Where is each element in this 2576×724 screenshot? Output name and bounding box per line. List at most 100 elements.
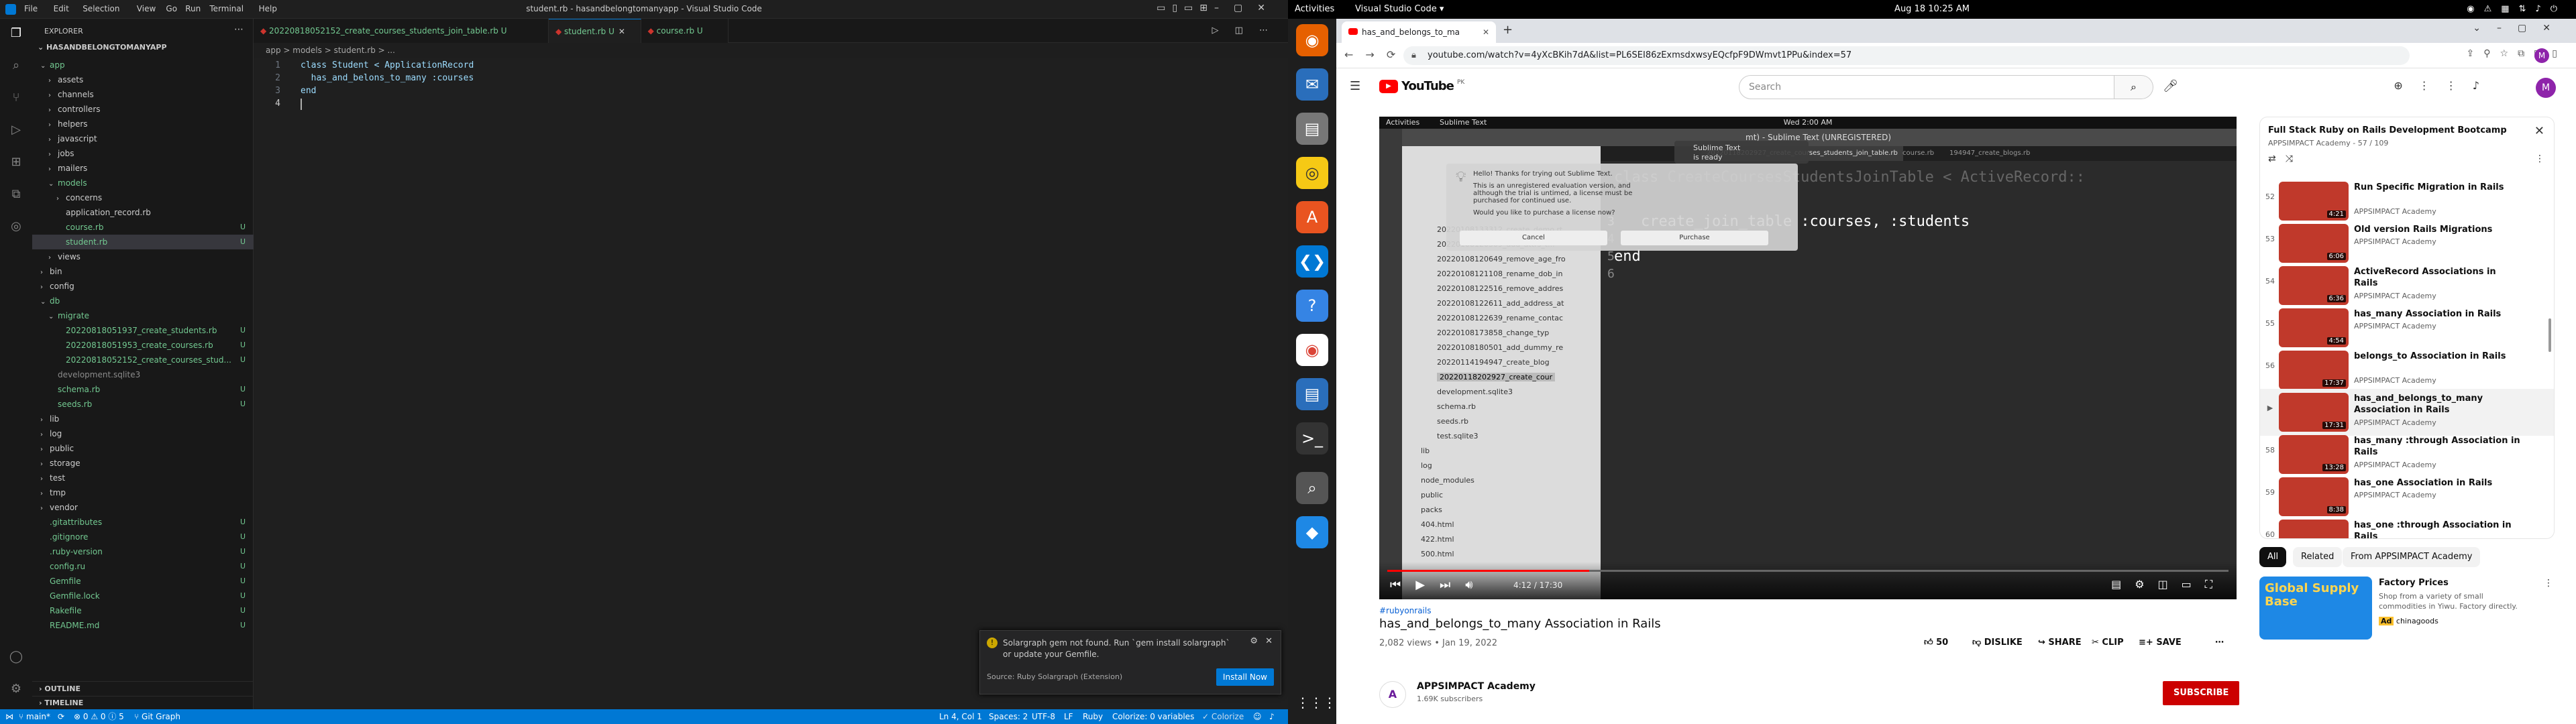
help-icon[interactable]: ? — [1296, 290, 1328, 322]
playlist-item[interactable]: 55 4:54 has_many Association in Rails APPSI… — [2260, 304, 2554, 351]
share-button[interactable]: ↪ SHARE — [2038, 633, 2082, 653]
channel-avatar[interactable]: A — [1379, 681, 1406, 708]
editor-tab[interactable]: ◆ student.rb U ✕ — [549, 19, 641, 43]
tab-close-icon[interactable]: ✕ — [619, 27, 625, 36]
video-player[interactable]: Activities Sublime Text Wed 2:00 AM mt) … — [1379, 117, 2237, 599]
dislike-button[interactable]: 👎︎ DISLIKE — [1972, 633, 2023, 653]
tree-item[interactable]: student.rb U — [32, 235, 254, 249]
address-bar[interactable]: 🔒︎ youtube.com/watch?v=4yXcBKih7dA&list=… — [1403, 46, 2410, 65]
problems-indicator[interactable]: ⊗ 0 ⚠ 0 ⓘ 5 — [74, 709, 124, 724]
tree-item[interactable]: 20220818051953_create_courses.rb U — [32, 338, 254, 353]
more-actions-icon[interactable]: ⋯ — [234, 24, 244, 35]
hashtag[interactable]: #rubyonrails — [1379, 606, 1431, 615]
channel-name[interactable]: APPSIMPACT Academy — [1417, 681, 1536, 692]
tree-item[interactable]: schema.rb U — [32, 382, 254, 397]
chip-related[interactable]: Related — [2293, 547, 2343, 567]
playlist-item[interactable]: 53 6:06 Old version Rails Migrations APPSIM… — [2260, 220, 2554, 267]
account-icon[interactable]: ◯ — [8, 649, 24, 665]
branch-indicator[interactable]: ⑂ main* — [19, 709, 50, 724]
remote-explorer-icon[interactable]: ⧉ — [8, 186, 24, 202]
tree-item[interactable]: course.rb U — [32, 220, 254, 235]
rhythmbox-icon[interactable]: ◎ — [1296, 157, 1328, 189]
source-control-icon[interactable]: ⑂ — [8, 90, 24, 106]
notification-close-icon[interactable]: ✕ — [1265, 636, 1273, 646]
tab-close-icon[interactable]: ✕ — [1483, 21, 1489, 43]
ad-thumbnail[interactable]: Global Supply Base — [2259, 577, 2372, 640]
new-tab-icon[interactable]: + — [1503, 23, 1513, 37]
more-icon[interactable]: ⋯ — [2215, 633, 2224, 653]
tree-item[interactable]: README.md U — [32, 618, 254, 633]
software-center-icon[interactable]: A — [1296, 201, 1328, 233]
tree-item[interactable]: › assets — [32, 72, 254, 87]
notification-gear-icon[interactable]: ⚙ — [1250, 636, 1258, 646]
save-button[interactable]: ≡+ SAVE — [2139, 633, 2182, 653]
git-graph-icon[interactable]: ◎ — [8, 219, 24, 235]
tree-item[interactable]: 20220818052152_create_courses_stud... U — [32, 353, 254, 367]
playlist-title[interactable]: Full Stack Ruby on Rails Development Boo… — [2268, 125, 2510, 135]
user-avatar[interactable]: M — [2536, 78, 2556, 98]
progress-bar[interactable] — [1387, 570, 2229, 572]
tree-item[interactable]: › tmp — [32, 485, 254, 500]
remote-icon[interactable]: ⋈ — [5, 709, 13, 724]
tree-item[interactable]: › channels — [32, 87, 254, 102]
extension-icons[interactable]: ⇪⚲☆⧉◫▯ — [2467, 48, 2567, 59]
image-viewer-icon[interactable]: ⌕ — [1296, 472, 1328, 504]
like-button[interactable]: 👍︎ 50 — [1924, 633, 1948, 653]
colorize-status[interactable]: Colorize: 0 variables — [1112, 709, 1194, 724]
files-app-icon[interactable]: ▤ — [1296, 113, 1328, 145]
tree-item[interactable]: › helpers — [32, 117, 254, 131]
code-editor[interactable]: 1 class Student < ApplicationRecord 2 has_… — [254, 58, 1288, 709]
sync-icon[interactable]: ⟳ — [58, 709, 64, 724]
mic-icon[interactable]: 🎤︎ — [2163, 79, 2178, 93]
playlist-close-icon[interactable]: ✕ — [2534, 124, 2544, 138]
layout-toggle-icons[interactable]: ▭▯▭⊞ — [1157, 3, 1214, 13]
window-controls[interactable]: –▢✕ — [1214, 3, 1280, 13]
feedback-icon[interactable]: ☺ — [1253, 709, 1262, 724]
tree-item[interactable]: › jobs — [32, 146, 254, 161]
editor-tab[interactable]: ◆ 20220818052152_create_courses_students… — [254, 19, 549, 43]
tree-item[interactable]: › lib — [32, 412, 254, 426]
tree-item[interactable]: .ruby-version U — [32, 544, 254, 559]
subscribe-button[interactable]: SUBSCRIBE — [2163, 681, 2240, 705]
playlist-loop-shuffle-icons[interactable]: ⇄⤨ — [2268, 154, 2302, 164]
dropbox-icon[interactable]: ◆ — [1296, 516, 1328, 548]
tree-item[interactable]: Rakefile U — [32, 603, 254, 618]
clip-button[interactable]: ✂ CLIP — [2092, 633, 2124, 653]
tree-item[interactable]: › config — [32, 279, 254, 294]
files-icon[interactable]: ❐ — [8, 25, 24, 42]
tree-item[interactable]: › bin — [32, 264, 254, 279]
chrome-window-controls[interactable]: ⌄–▢✕ — [2473, 23, 2567, 34]
playlist-item[interactable]: 58 13:28 has_many :through Association in … — [2260, 431, 2554, 478]
encoding[interactable]: UTF-8 — [1032, 709, 1055, 724]
playback-buttons[interactable]: ⏮▶⏭🔊︎ — [1390, 578, 1488, 592]
tree-item[interactable]: Gemfile U — [32, 574, 254, 589]
playlist-item[interactable]: 54 6:36 ActiveRecord Associations in Rails… — [2260, 262, 2554, 309]
ad-menu-icon[interactable]: ⋮ — [2544, 578, 2553, 589]
tree-item[interactable]: › views — [32, 249, 254, 264]
project-root[interactable]: ⌄ HASANDBELONGTOMANYAPP — [38, 43, 167, 52]
search-button[interactable]: ⌕ — [2114, 75, 2153, 99]
hamburger-menu-icon[interactable]: ☰ — [1350, 79, 1360, 93]
tree-item[interactable]: ⌄ db — [32, 294, 254, 308]
breadcrumb[interactable]: app > models > student.rb > ... — [254, 43, 1288, 58]
eol[interactable]: LF — [1064, 709, 1073, 724]
playlist-item[interactable]: ▶ 17:31 has_and_belongs_to_many Associatio… — [2260, 389, 2554, 436]
playlist-item[interactable]: 59 8:38 has_one Association in Rails APPSIM… — [2260, 473, 2554, 520]
playlist-item[interactable]: 56 17:37 belongs_to Association in Rails AP… — [2260, 347, 2554, 394]
tree-item[interactable]: ⌄ models — [32, 176, 254, 190]
tree-item[interactable]: › vendor — [32, 500, 254, 515]
tree-item[interactable]: › log — [32, 426, 254, 441]
search-icon[interactable]: ⌕ — [8, 58, 24, 74]
firefox-icon[interactable]: ◉ — [1296, 24, 1328, 56]
colorize-toggle[interactable]: ✓ Colorize — [1202, 709, 1244, 724]
playlist-item[interactable]: 52 4:21 Run Specific Migration in Rails APP… — [2260, 178, 2554, 225]
libreoffice-writer-icon[interactable]: ▤ — [1296, 378, 1328, 410]
show-apps-icon[interactable]: ⋮⋮⋮ — [1296, 686, 1336, 719]
clock[interactable]: Aug 18 10:25 AM — [1288, 0, 2576, 19]
tree-item[interactable]: application_record.rb — [32, 205, 254, 220]
player-right-controls[interactable]: ▤⚙◫▭⛶ — [2111, 578, 2226, 591]
cursor-position[interactable]: Ln 4, Col 1 — [939, 709, 982, 724]
tree-item[interactable]: › controllers — [32, 102, 254, 117]
tree-item[interactable]: › storage — [32, 456, 254, 471]
tree-item[interactable]: Gemfile.lock U — [32, 589, 254, 603]
